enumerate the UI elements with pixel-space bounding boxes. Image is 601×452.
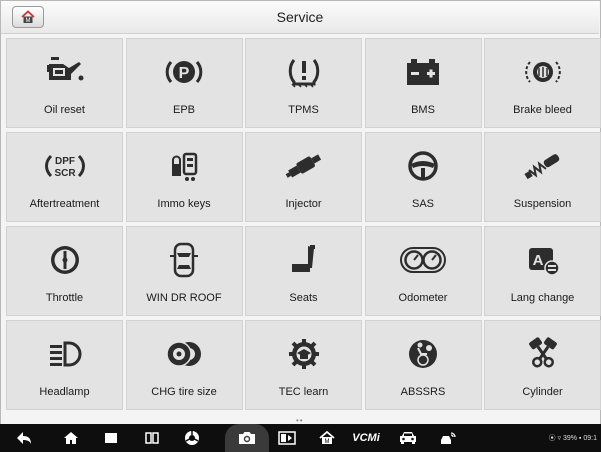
tec-learn-icon <box>288 339 319 369</box>
car-top-view-icon <box>170 242 198 278</box>
camera-button[interactable] <box>235 428 259 448</box>
tile-label: Brake bleed <box>513 104 572 116</box>
tile-odometer[interactable]: Odometer <box>364 226 482 316</box>
tile-win-dr-roof[interactable]: WIN DR ROOF <box>125 226 243 316</box>
tile-label: Lang change <box>510 292 575 304</box>
tile-label: TEC learn <box>278 386 329 398</box>
tile-throttle[interactable]: Throttle <box>6 226 123 316</box>
browser-button[interactable] <box>180 428 204 448</box>
steering-wheel-icon <box>408 151 438 181</box>
language-icon: A <box>528 248 560 276</box>
tile-label: BMS <box>411 104 435 116</box>
tile-injector[interactable]: Injector <box>245 132 362 222</box>
autel-home-button[interactable]: M <box>315 428 339 448</box>
tile-chg-tire-size[interactable]: CHG tire size <box>125 320 243 410</box>
vci-icon <box>278 431 296 445</box>
tile-seats[interactable]: Seats <box>245 226 362 316</box>
dpf-scr-icon: DPF SCR <box>44 154 85 179</box>
tile-label: Throttle <box>45 292 84 304</box>
service-grid: Oil reset P EPB TPMS BMS Brake bleed DPF… <box>6 38 601 410</box>
throttle-icon <box>50 246 79 274</box>
tile-aftertreatment[interactable]: DPF SCR Aftertreatment <box>6 132 123 222</box>
recent-apps-button[interactable] <box>99 428 123 448</box>
tile-label: Headlamp <box>39 386 90 398</box>
vcmi-icon: VCMi <box>352 432 380 444</box>
tile-label: ABSSRS <box>400 386 446 398</box>
svg-text:A: A <box>532 252 543 269</box>
tile-epb[interactable]: P EPB <box>125 38 243 128</box>
immo-keys-icon <box>172 152 198 181</box>
tile-label: SAS <box>411 198 434 210</box>
svg-text:M: M <box>325 439 330 445</box>
tile-tec-learn[interactable]: TEC learn <box>245 320 362 410</box>
tile-oil-reset[interactable]: Oil reset <box>6 38 123 128</box>
oil-can-icon <box>46 57 83 81</box>
car-button[interactable] <box>396 428 420 448</box>
recent-apps-icon <box>105 433 117 443</box>
remote-diagnostics-button[interactable] <box>436 428 460 448</box>
tile-suspension[interactable]: Suspension <box>484 132 601 222</box>
tile-brake-bleed[interactable]: Brake bleed <box>484 38 601 128</box>
tile-label: Oil reset <box>44 104 85 116</box>
headlamp-icon <box>49 341 81 367</box>
car-icon <box>400 432 416 444</box>
injector-icon <box>285 154 321 178</box>
tile-label: Suspension <box>513 198 572 210</box>
vcmi-button[interactable]: VCMi <box>350 428 382 448</box>
tile-label: Immo keys <box>157 198 211 210</box>
svg-text:P: P <box>179 65 190 82</box>
tile-label: EPB <box>172 104 195 116</box>
browser-icon <box>185 431 199 445</box>
tile-sas[interactable]: SAS <box>364 132 482 222</box>
tile-lang-change[interactable]: A Lang change <box>484 226 601 316</box>
tile-label: Injector <box>285 198 322 210</box>
split-screen-button[interactable] <box>140 428 164 448</box>
camera-icon <box>239 432 255 444</box>
tile-label: CHG tire size <box>151 386 217 398</box>
tile-label: WIN DR ROOF <box>146 292 222 304</box>
cylinder-icon <box>528 337 557 368</box>
tire-pressure-icon <box>288 59 319 88</box>
tile-label: Aftertreatment <box>29 198 100 210</box>
status-area: ⦿ ▿ 39% ▪ 09:1 <box>548 435 597 442</box>
tile-label: Odometer <box>398 292 448 304</box>
back-icon <box>17 432 31 444</box>
abs-srs-icon <box>409 340 437 368</box>
top-bar: M Service <box>1 1 599 34</box>
brake-bleed-icon <box>524 61 561 83</box>
autel-home-icon: M <box>319 431 335 445</box>
tire-size-icon <box>166 341 201 367</box>
battery-icon <box>407 59 439 85</box>
remote-diagnostics-icon <box>441 432 456 444</box>
svg-text:SCR: SCR <box>54 168 76 179</box>
tile-headlamp[interactable]: Headlamp <box>6 320 123 410</box>
tile-cylinder[interactable]: Cylinder <box>484 320 601 410</box>
tile-label: Cylinder <box>522 386 563 398</box>
tile-label: Seats <box>289 292 318 304</box>
vci-button[interactable] <box>275 428 299 448</box>
tile-label: TPMS <box>288 104 319 116</box>
home-icon <box>64 432 78 444</box>
tile-abssrs[interactable]: ABSSRS <box>364 320 482 410</box>
home-nav-button[interactable] <box>59 428 83 448</box>
odometer-icon <box>400 247 446 273</box>
shock-absorber-icon <box>523 154 559 180</box>
tile-bms[interactable]: BMS <box>364 38 482 128</box>
parking-brake-icon: P <box>165 61 203 83</box>
system-navbar: M VCMi ⦿ ▿ 39% ▪ 09:1 <box>0 424 601 452</box>
page-title: Service <box>276 9 324 25</box>
tile-tpms[interactable]: TPMS <box>245 38 362 128</box>
tile-immo-keys[interactable]: Immo keys <box>125 132 243 222</box>
split-screen-icon <box>145 432 159 444</box>
seat-icon <box>291 245 315 272</box>
back-button[interactable] <box>12 428 36 448</box>
svg-text:DPF: DPF <box>55 156 75 167</box>
